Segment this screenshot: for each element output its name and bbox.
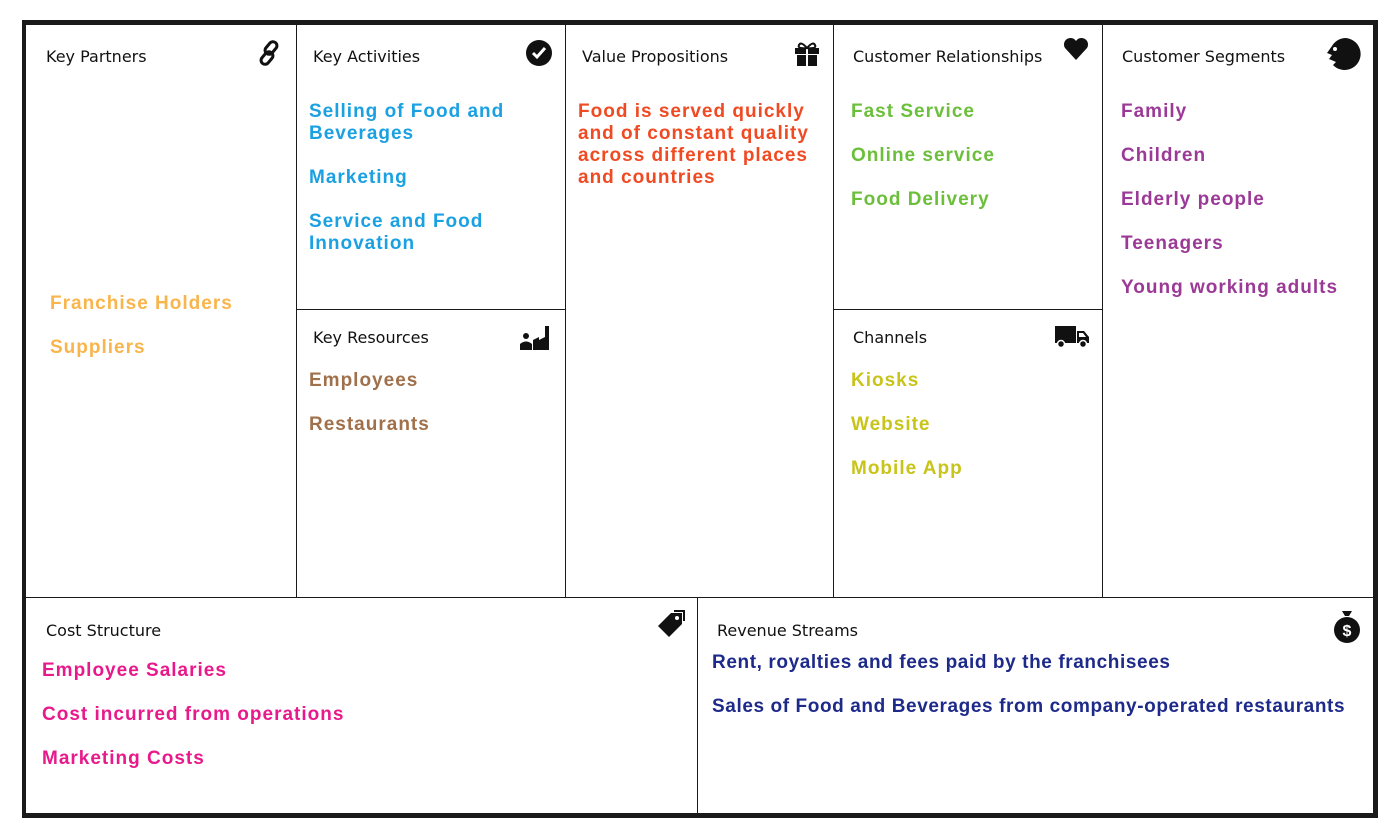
heart-icon [1063, 37, 1089, 60]
list-item: Food Delivery [851, 189, 990, 210]
check-circle-icon [526, 40, 552, 66]
block-title: Value Propositions [582, 47, 729, 66]
list-item: Teenagers [1121, 233, 1224, 254]
item-list: Franchise Holders Suppliers [50, 293, 290, 381]
item-list: Employees Restaurants [309, 370, 559, 458]
block-title: Channels [853, 328, 928, 347]
truck-icon [1055, 326, 1089, 349]
list-item: Marketing Costs [42, 748, 205, 769]
face-icon [1327, 38, 1361, 70]
block-title: Revenue Streams [717, 621, 858, 640]
customer-relationships-block: Customer Relationships Fast Service Onli… [833, 24, 1103, 310]
list-item: Food is served quickly and of constant q… [578, 101, 809, 188]
list-item: Marketing [309, 167, 408, 188]
block-title: Cost Structure [46, 621, 162, 640]
item-list: Selling of Food and Beverages Marketing … [309, 101, 559, 277]
item-list: Kiosks Website Mobile App [851, 370, 1096, 502]
list-item: Employee Salaries [42, 660, 227, 681]
key-partners-block: Key Partners Franchise Holders Suppliers [25, 24, 297, 598]
block-title: Key Resources [313, 328, 429, 347]
list-item: Young working adults [1121, 277, 1339, 298]
block-title: Customer Segments [1122, 47, 1286, 66]
list-item: Mobile App [851, 458, 963, 479]
list-item: Elderly people [1121, 189, 1265, 210]
list-item: Selling of Food and Beverages [309, 101, 505, 144]
money-bag-icon: $ [1334, 611, 1360, 643]
list-item: Family [1121, 101, 1188, 122]
key-resources-block: Key Resources Employees Restaurants [296, 309, 566, 598]
block-title: Customer Relationships [853, 47, 1043, 66]
item-list: Rent, royalties and fees paid by the fra… [712, 652, 1367, 740]
list-item: Employees [309, 370, 419, 391]
list-item: Website [851, 414, 931, 435]
list-item: Sales of Food and Beverages from company… [712, 696, 1346, 717]
item-list: Fast Service Online service Food Deliver… [851, 101, 1096, 233]
block-title: Key Activities [313, 47, 421, 66]
list-item: Suppliers [50, 337, 146, 358]
list-item: Rent, royalties and fees paid by the fra… [712, 652, 1171, 673]
cost-structure-block: Cost Structure Employee Salaries Cost in… [25, 597, 698, 814]
svg-text:$: $ [1343, 623, 1352, 640]
key-activities-block: Key Activities Selling of Food and Bever… [296, 24, 566, 310]
list-item: Service and Food Innovation [309, 211, 484, 254]
list-item: Fast Service [851, 101, 975, 122]
value-propositions-block: Value Propositions Food is served quickl… [565, 24, 834, 598]
gift-icon [795, 42, 819, 66]
item-list: Food is served quickly and of constant q… [578, 101, 827, 211]
item-list: Family Children Elderly people Teenagers… [1121, 101, 1367, 321]
list-item: Restaurants [309, 414, 430, 435]
list-item: Cost incurred from operations [42, 704, 345, 725]
list-item: Kiosks [851, 370, 920, 391]
customer-segments-block: Customer Segments Family Children Elderl… [1102, 24, 1374, 598]
item-list: Employee Salaries Cost incurred from ope… [42, 660, 691, 792]
list-item: Children [1121, 145, 1207, 166]
tag-icon [658, 610, 685, 637]
revenue-streams-block: Revenue Streams $ Rent, royalties and fe… [697, 597, 1374, 814]
channels-block: Channels Kiosks Website Mobile App [833, 309, 1103, 598]
link-icon [259, 40, 279, 66]
list-item: Online service [851, 145, 995, 166]
block-title: Key Partners [46, 47, 147, 66]
factory-worker-icon [520, 326, 549, 350]
list-item: Franchise Holders [50, 293, 233, 314]
